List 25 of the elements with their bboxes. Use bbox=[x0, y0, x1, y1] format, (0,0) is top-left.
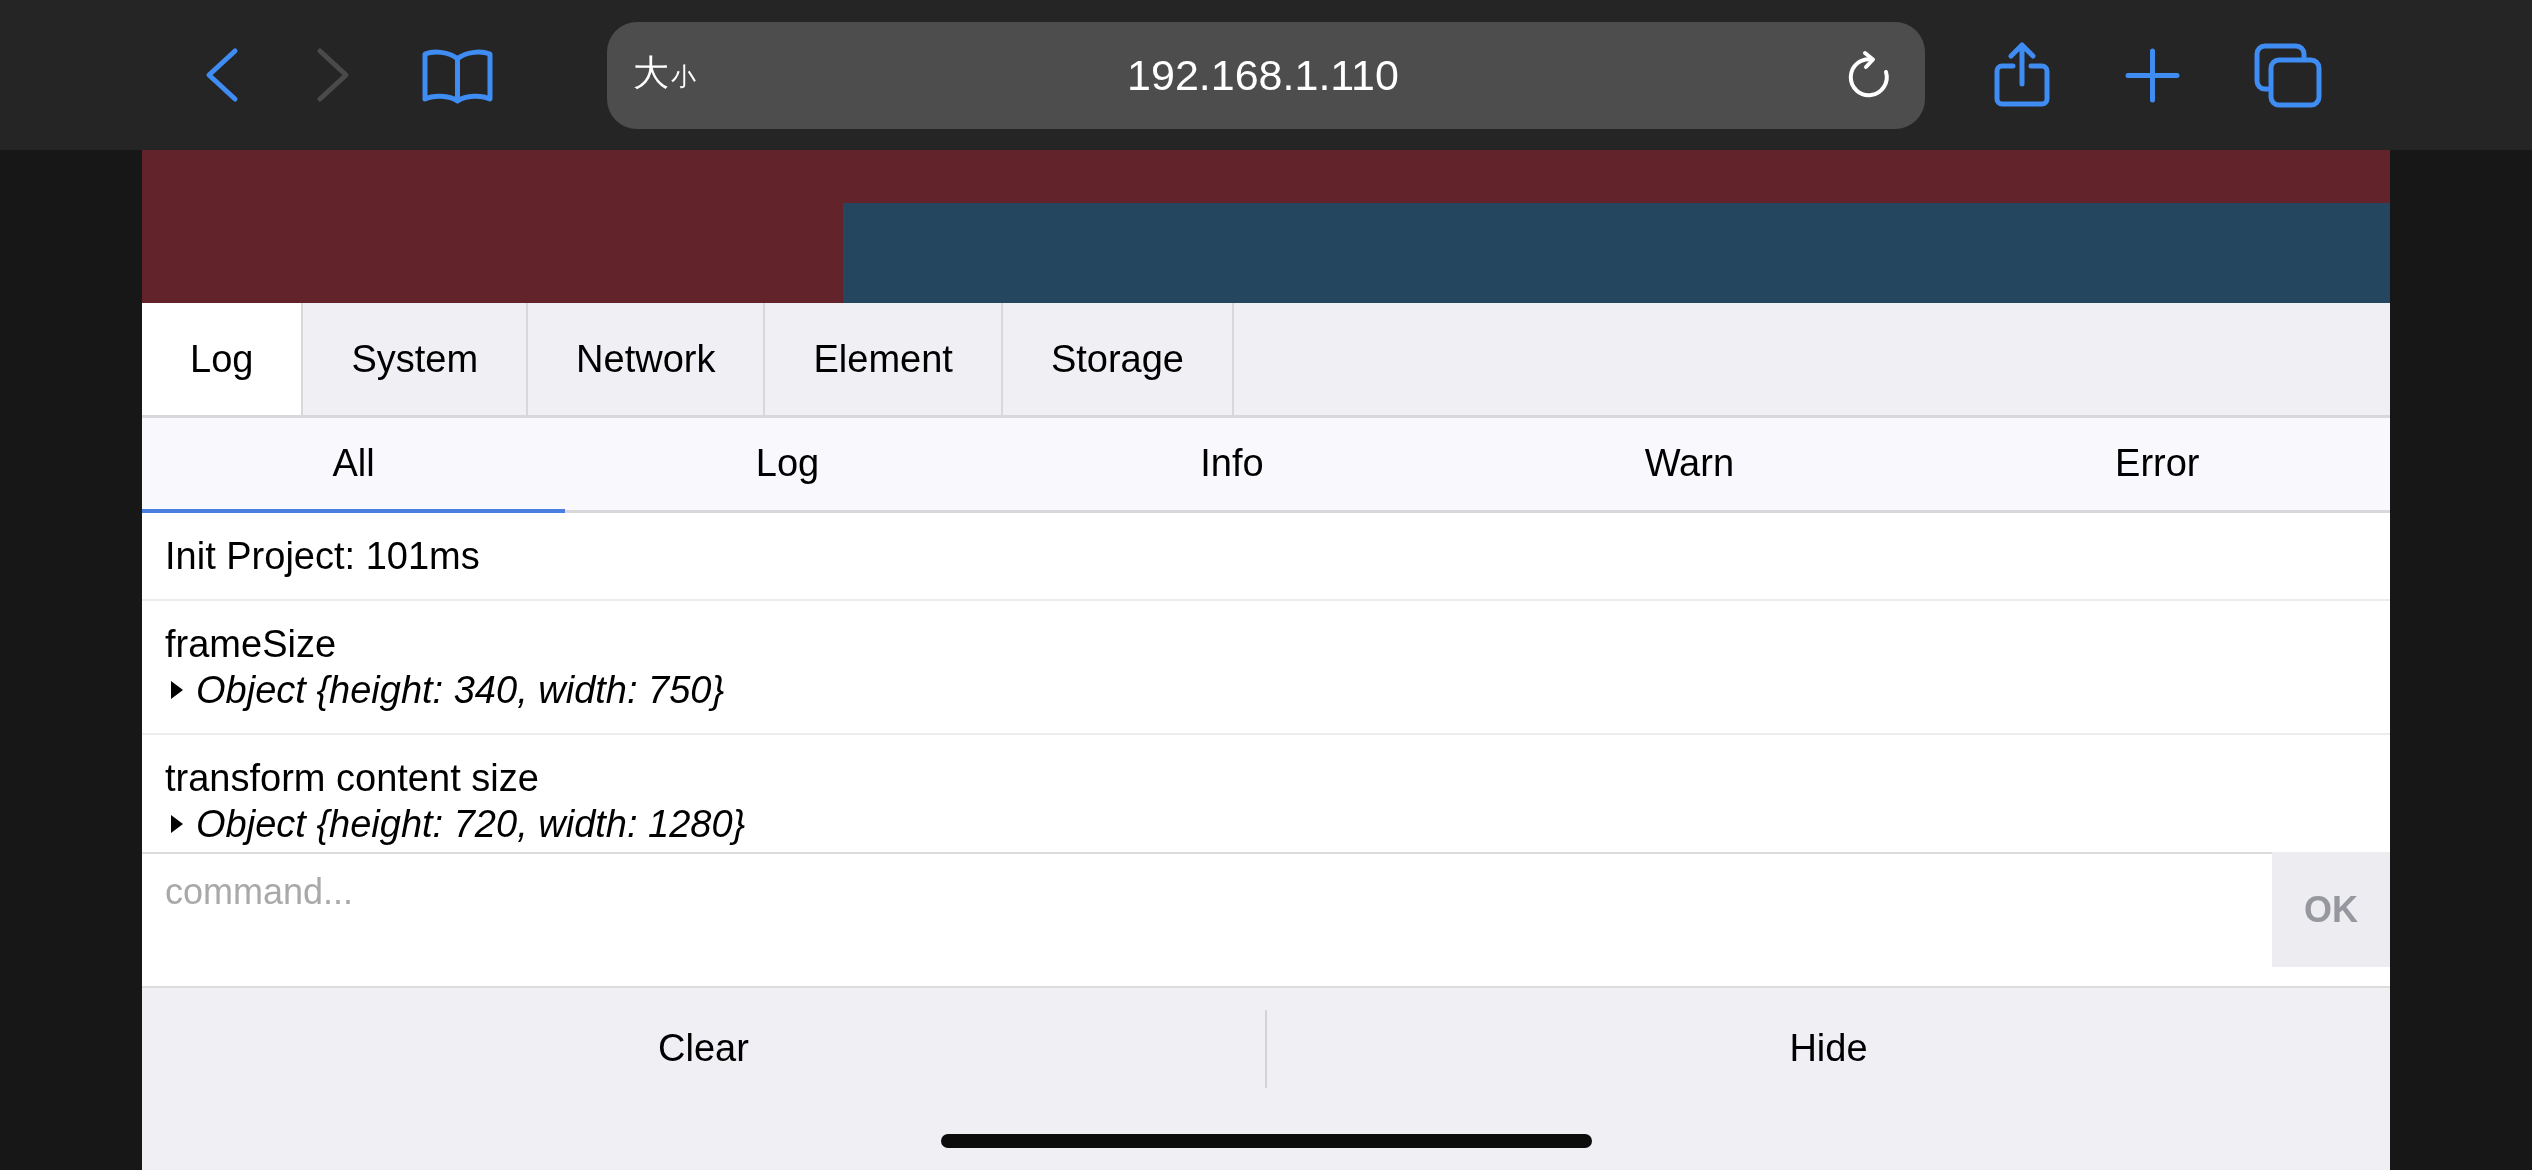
plus-icon[interactable] bbox=[2125, 47, 2180, 103]
text-size-button[interactable]: 大小 bbox=[633, 51, 696, 99]
footer-button[interactable]: Clear bbox=[142, 988, 1265, 1108]
filter-tab[interactable]: Warn bbox=[1454, 418, 1925, 513]
expand-triangle-icon[interactable] bbox=[170, 681, 184, 699]
console-tab[interactable]: Element bbox=[765, 303, 1003, 415]
console-tab[interactable]: Network bbox=[528, 303, 766, 415]
tabs-icon[interactable] bbox=[2254, 42, 2322, 108]
object-toggle[interactable]: Object {height: 340, width: 750} bbox=[165, 667, 725, 713]
console-tab[interactable]: System bbox=[303, 303, 529, 415]
back-icon[interactable] bbox=[205, 47, 239, 103]
filter-tab[interactable]: Log bbox=[565, 418, 1010, 513]
console-tab[interactable]: Storage bbox=[1002, 303, 1234, 415]
console-tab[interactable]: Log bbox=[142, 303, 304, 415]
address-bar[interactable]: 大小 192.168.1.110 bbox=[607, 21, 1925, 129]
expand-triangle-icon[interactable] bbox=[170, 815, 184, 833]
log-message: transform content size bbox=[165, 756, 539, 801]
filter-tab[interactable]: Error bbox=[1924, 418, 2391, 513]
filter-tab[interactable]: Info bbox=[1009, 418, 1455, 513]
url-text: 192.168.1.110 bbox=[1127, 50, 1399, 100]
log-message: frameSize bbox=[165, 622, 337, 667]
object-toggle[interactable]: Object {height: 720, width: 1280} bbox=[165, 801, 746, 847]
log-message: Init Project: 101ms bbox=[165, 534, 480, 579]
share-icon[interactable] bbox=[1993, 42, 2051, 108]
footer-button[interactable]: Hide bbox=[1267, 988, 2390, 1108]
